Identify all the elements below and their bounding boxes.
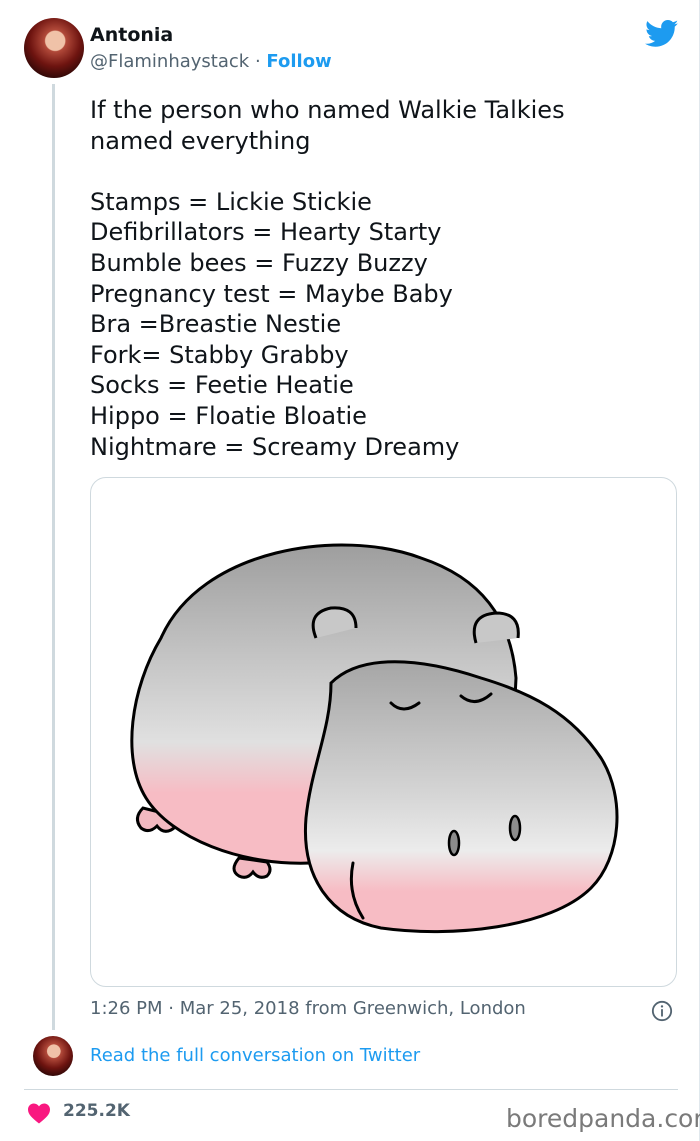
follow-button[interactable]: Follow — [266, 51, 331, 72]
tweet-timestamp[interactable]: 1:26 PM · Mar 25, 2018 from Greenwich, L… — [90, 998, 526, 1019]
watermark: boredpanda.com — [506, 1104, 700, 1133]
tweet-media[interactable] — [90, 477, 677, 987]
reply-avatar — [33, 1036, 73, 1076]
like-count[interactable]: 225.2K — [63, 1101, 130, 1121]
twitter-bird-icon[interactable] — [645, 20, 679, 48]
footer-divider — [24, 1089, 678, 1090]
author-name[interactable]: Antonia — [90, 24, 173, 46]
heart-icon[interactable] — [27, 1102, 51, 1124]
hippo-illustration — [130, 543, 619, 934]
tweet-text: If the person who named Walkie Talkies n… — [90, 96, 565, 461]
read-conversation-link[interactable]: Read the full conversation on Twitter — [90, 1045, 420, 1066]
handle-separator: · — [254, 51, 261, 72]
author-handle-row: @Flaminhaystack · Follow — [90, 51, 332, 72]
author-avatar[interactable] — [24, 18, 84, 78]
tweet-card: Antonia @Flaminhaystack · Follow If the … — [0, 0, 700, 1141]
info-icon[interactable] — [651, 1000, 673, 1022]
thread-line — [52, 84, 55, 1030]
author-handle[interactable]: @Flaminhaystack — [90, 51, 249, 72]
